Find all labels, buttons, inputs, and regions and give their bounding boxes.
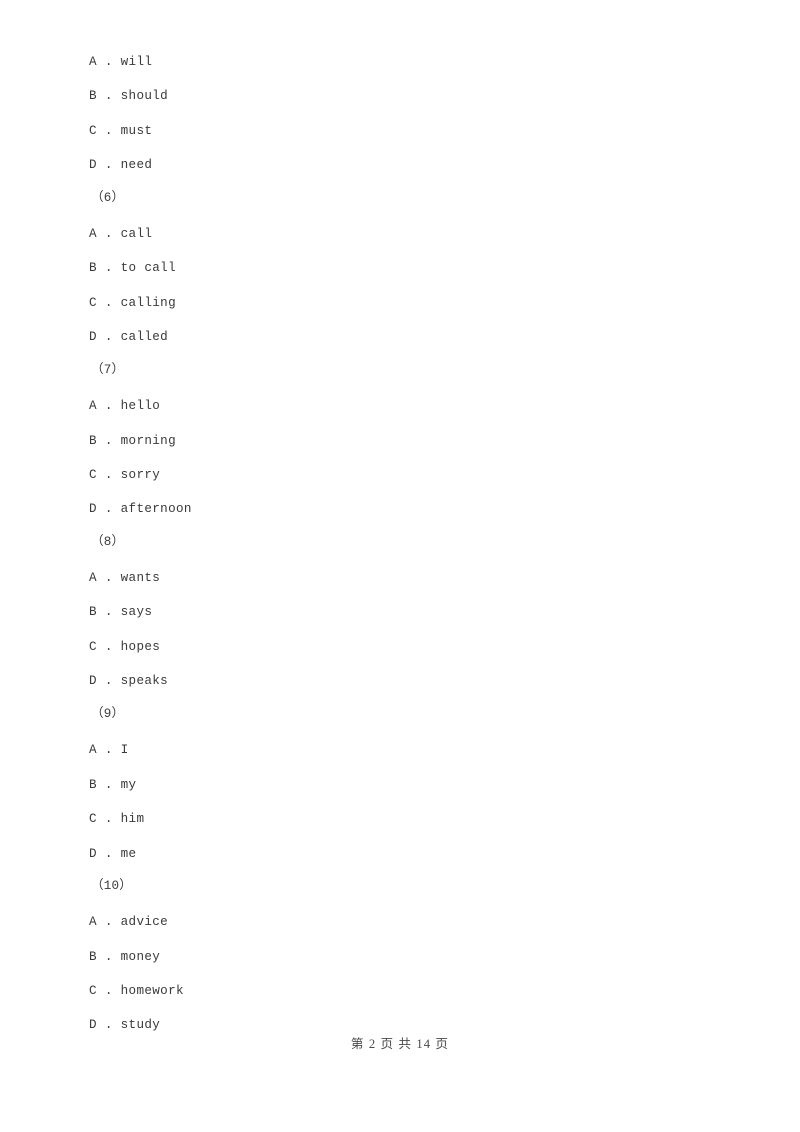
question-number: （9） <box>91 707 125 721</box>
answer-option: C . homework <box>89 984 184 998</box>
question-number: （7） <box>91 363 125 377</box>
question-number: （6） <box>91 191 125 205</box>
answer-option: D . study <box>89 1018 161 1032</box>
page-footer: 第 2 页 共 14 页 <box>350 1037 450 1051</box>
answer-option: A . will <box>89 55 153 69</box>
answer-option: B . to call <box>89 261 176 275</box>
answer-option: D . afternoon <box>89 502 192 516</box>
answer-option: A . hello <box>89 399 161 413</box>
question-number: （8） <box>91 535 125 549</box>
answer-option: A . I <box>89 743 129 757</box>
answer-option: B . money <box>89 950 161 964</box>
answer-option: C . sorry <box>89 468 161 482</box>
answer-option: C . hopes <box>89 640 161 654</box>
answer-option: A . advice <box>89 915 169 929</box>
answer-option: B . says <box>89 605 153 619</box>
question-number: （10） <box>91 879 133 893</box>
answer-option: B . my <box>89 778 137 792</box>
answer-option: A . call <box>89 227 153 241</box>
answer-option: D . me <box>89 847 137 861</box>
answer-option: A . wants <box>89 571 161 585</box>
answer-option: D . need <box>89 158 153 172</box>
document-page: A . will B . should C . must D . need （6） A .… <box>0 0 800 1132</box>
answer-option: C . calling <box>89 296 176 310</box>
answer-option: C . must <box>89 124 153 138</box>
answer-option: C . him <box>89 812 145 826</box>
answer-option: B . morning <box>89 434 176 448</box>
answer-option: B . should <box>89 89 169 103</box>
answer-option: D . called <box>89 330 169 344</box>
answer-option: D . speaks <box>89 674 169 688</box>
